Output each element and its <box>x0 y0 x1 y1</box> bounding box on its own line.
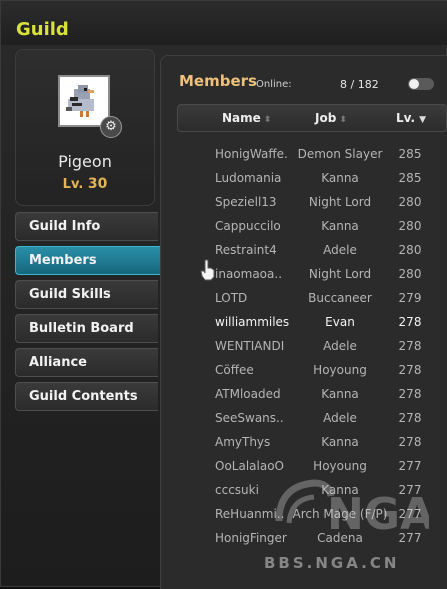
member-row[interactable]: SeeSwans.. Adele 278 <box>177 407 447 431</box>
member-row[interactable]: Cappuccilo Kanna 280 <box>177 215 447 239</box>
sort-down-icon: ▼ <box>419 115 426 125</box>
guild-profile-card: ⚙ Pigeon Lv. 30 <box>15 49 155 206</box>
column-job-label: Job <box>315 111 337 125</box>
member-name: AmyThys <box>215 435 271 449</box>
guild-name: Pigeon <box>58 152 112 171</box>
online-label: Online: <box>256 79 292 90</box>
member-name: inaomaoa.. <box>215 267 283 281</box>
member-name: Cappuccilo <box>215 219 281 233</box>
member-name: SeeSwans.. <box>215 411 284 425</box>
member-job: Adele <box>323 339 357 353</box>
member-job: Evan <box>325 315 355 329</box>
gear-icon[interactable]: ⚙ <box>100 116 122 138</box>
member-level: 278 <box>398 387 422 401</box>
member-name: williammiles <box>215 315 289 329</box>
members-title: Members <box>179 72 257 90</box>
member-level: 280 <box>398 243 422 257</box>
column-level-label: Lv. <box>396 111 416 125</box>
member-name: Cöffee <box>215 363 254 377</box>
menu-item-guild-info[interactable]: Guild Info <box>15 212 158 241</box>
member-job: Adele <box>323 243 357 257</box>
online-only-toggle[interactable] <box>408 78 434 90</box>
title-bar[interactable]: Guild <box>1 1 447 45</box>
member-level: 280 <box>398 195 422 209</box>
column-name-header[interactable]: Name ⬍ <box>222 111 271 125</box>
member-row[interactable]: LOTD Buccaneer 279 <box>177 287 447 311</box>
member-job: Kanna <box>321 171 359 185</box>
member-level: 278 <box>398 411 422 425</box>
menu-item-guild-contents[interactable]: Guild Contents <box>15 382 158 411</box>
member-name: Ludomania <box>215 171 282 185</box>
member-name: WENTIANDI <box>215 339 285 353</box>
member-table-header: Name ⬍ Job ⬍ Lv. ▼ <box>177 104 447 132</box>
watermark-url: BBS.NGA.CN <box>264 554 400 572</box>
member-job: Hoyoung <box>313 363 367 377</box>
member-level: 285 <box>398 171 422 185</box>
member-job: Night Lord <box>308 267 372 281</box>
toggle-knob <box>409 79 419 89</box>
member-level: 278 <box>398 363 422 377</box>
online-count: 8 / 182 <box>340 78 379 91</box>
level-prefix: Lv. <box>62 177 84 192</box>
member-job: Kanna <box>321 387 359 401</box>
member-name: HonigWaffe... <box>215 147 289 161</box>
member-name: ATMloaded <box>215 387 281 401</box>
member-name: LOTD <box>215 291 248 305</box>
member-row[interactable]: HonigWaffe... Demon Slayer 285 <box>177 143 447 167</box>
member-row[interactable]: AmyThys Kanna 278 <box>177 431 447 455</box>
guild-level: Lv. 30 <box>16 176 154 192</box>
column-name-label: Name <box>222 111 261 125</box>
level-value: 30 <box>87 176 108 192</box>
member-level: 278 <box>398 315 422 329</box>
member-level: 280 <box>398 219 422 233</box>
column-level-header[interactable]: Lv. ▼ <box>396 111 426 125</box>
member-level: 279 <box>398 291 422 305</box>
watermark-logo-text: NGA <box>327 489 429 540</box>
member-row[interactable]: WENTIANDI Adele 278 <box>177 335 447 359</box>
member-row[interactable]: Speziell13 Night Lord 280 <box>177 191 447 215</box>
column-job-header[interactable]: Job ⬍ <box>315 111 347 125</box>
member-level: 278 <box>398 339 422 353</box>
member-job: Night Lord <box>308 195 372 209</box>
guild-window: Guild ⚙ Pigeon Lv. 30 Guild Info Members… <box>0 0 447 589</box>
watermark-logo: NGA <box>269 471 434 541</box>
member-row[interactable]: ATMloaded Kanna 278 <box>177 383 447 407</box>
member-level: 280 <box>398 267 422 281</box>
menu-item-members[interactable]: Members <box>15 246 160 275</box>
sort-icon: ⬍ <box>263 115 272 125</box>
member-row[interactable]: inaomaoa.. Night Lord 280 <box>177 263 447 287</box>
member-job: Kanna <box>321 435 359 449</box>
member-row[interactable]: Ludomania Kanna 285 <box>177 167 447 191</box>
member-row[interactable]: Restraint4 Adele 280 <box>177 239 447 263</box>
member-row[interactable]: Cöffee Hoyoung 278 <box>177 359 447 383</box>
menu-item-alliance[interactable]: Alliance <box>15 348 158 377</box>
member-level: 285 <box>398 147 422 161</box>
menu-item-bulletin-board[interactable]: Bulletin Board <box>15 314 158 343</box>
member-name: Restraint4 <box>215 243 277 257</box>
hand-cursor-icon <box>200 259 215 281</box>
window-title: Guild <box>16 19 69 40</box>
member-name: Speziell13 <box>215 195 277 209</box>
member-level: 278 <box>398 435 422 449</box>
member-job: Demon Slayer <box>297 147 383 161</box>
menu-item-guild-skills[interactable]: Guild Skills <box>15 280 158 309</box>
member-job: Kanna <box>321 219 359 233</box>
member-job: Buccaneer <box>308 291 372 305</box>
member-job: Adele <box>323 411 357 425</box>
sort-icon: ⬍ <box>339 115 347 125</box>
member-row[interactable]: williammiles Evan 278 <box>177 311 447 335</box>
